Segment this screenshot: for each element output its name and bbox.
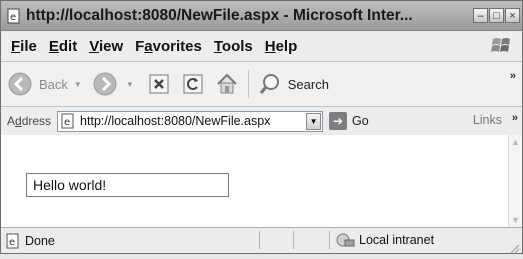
- back-icon: [5, 69, 35, 99]
- menu-bar: File Edit View Favorites Tools Help: [1, 31, 522, 62]
- windows-logo-icon: [490, 35, 514, 57]
- close-button[interactable]: ×: [505, 8, 520, 23]
- home-icon[interactable]: [212, 69, 242, 99]
- scroll-down-icon[interactable]: ▼: [509, 213, 522, 227]
- intranet-icon: [335, 232, 355, 248]
- title-bar[interactable]: e http://localhost:8080/NewFile.aspx - M…: [1, 1, 522, 31]
- go-button[interactable]: ➔ Go: [329, 112, 369, 130]
- forward-icon: [90, 69, 120, 99]
- zone-label: Local intranet: [359, 233, 435, 247]
- vertical-scrollbar[interactable]: ▲ ▼: [508, 135, 522, 227]
- maximize-button[interactable]: □: [489, 8, 504, 23]
- done-page-icon: e: [5, 233, 21, 249]
- refresh-icon[interactable]: [178, 69, 208, 99]
- back-label: Back: [39, 76, 68, 92]
- menu-favorites[interactable]: Favorites: [135, 38, 202, 55]
- minimize-button[interactable]: –: [473, 8, 488, 23]
- resize-grip-icon[interactable]: [510, 241, 520, 254]
- status-divider: [259, 231, 260, 249]
- links-button[interactable]: Links: [473, 113, 502, 127]
- address-dropdown-icon[interactable]: ▼: [306, 112, 322, 130]
- standard-toolbar: Back ▼ ▼ Search »: [1, 62, 522, 107]
- toolbar-overflow-chevron[interactable]: »: [510, 70, 516, 82]
- links-overflow-chevron[interactable]: »: [512, 112, 518, 124]
- window-title: http://localhost:8080/NewFile.aspx - Mic…: [26, 6, 413, 24]
- ie-page-icon: e: [4, 6, 24, 26]
- svg-text:e: e: [10, 12, 16, 23]
- scroll-track[interactable]: [509, 149, 522, 213]
- svg-text:e: e: [9, 237, 15, 248]
- status-text: Done: [25, 233, 55, 248]
- forward-button[interactable]: ▼: [90, 69, 134, 99]
- security-zone[interactable]: Local intranet: [335, 232, 434, 248]
- go-label: Go: [352, 114, 369, 128]
- hello-textbox[interactable]: Hello world!: [26, 173, 229, 197]
- back-dropdown-icon[interactable]: ▼: [74, 80, 82, 89]
- address-input[interactable]: e http://localhost:8080/NewFile.aspx ▼: [57, 110, 324, 132]
- ie-page-icon: e: [60, 113, 76, 129]
- go-arrow-icon: ➔: [329, 112, 348, 130]
- search-button[interactable]: Search: [255, 69, 329, 99]
- menu-view[interactable]: View: [89, 38, 123, 55]
- menu-edit[interactable]: Edit: [49, 38, 77, 55]
- search-label: Search: [287, 76, 329, 92]
- stop-icon[interactable]: [144, 69, 174, 99]
- scroll-up-icon[interactable]: ▲: [509, 135, 522, 149]
- menu-tools[interactable]: Tools: [214, 38, 253, 55]
- browser-window: e http://localhost:8080/NewFile.aspx - M…: [0, 0, 523, 254]
- menu-file[interactable]: File: [11, 38, 37, 55]
- status-divider: [329, 231, 330, 249]
- svg-text:e: e: [64, 117, 70, 128]
- menu-help[interactable]: Help: [265, 38, 298, 55]
- status-divider: [293, 231, 294, 249]
- address-label: Address: [7, 114, 52, 128]
- back-button[interactable]: Back ▼: [5, 69, 82, 99]
- forward-dropdown-icon[interactable]: ▼: [126, 80, 134, 89]
- status-bar: e Done Local intranet: [1, 227, 522, 254]
- page-content: Hello world!: [1, 135, 508, 227]
- address-bar: Address e http://localhost:8080/NewFile.…: [1, 107, 522, 136]
- address-url: http://localhost:8080/NewFile.aspx: [80, 114, 271, 128]
- toolbar-separator: [247, 70, 249, 98]
- search-icon: [255, 69, 285, 99]
